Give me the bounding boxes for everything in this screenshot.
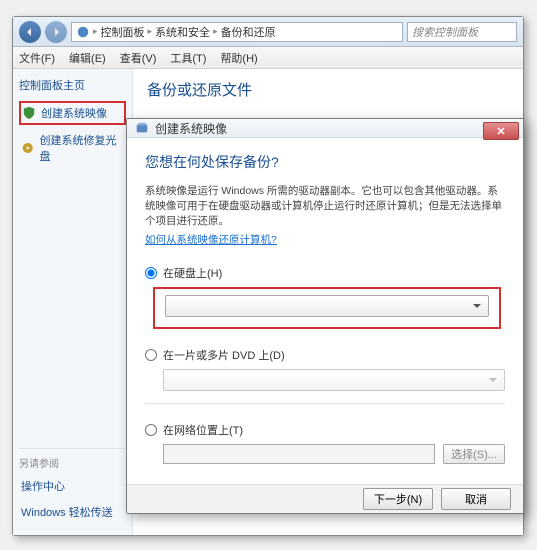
dialog-footer: 下一步(N) 取消: [127, 484, 523, 513]
option-label: 在网络位置上(T): [163, 422, 243, 438]
sidebar-footer-item-easy-transfer[interactable]: Windows 轻松传送: [19, 501, 126, 523]
sidebar-title: 控制面板主页: [19, 77, 126, 93]
radio-dvd[interactable]: [145, 349, 157, 361]
menu-file[interactable]: 文件(F): [19, 50, 55, 66]
crumb-item[interactable]: 控制面板: [101, 24, 145, 40]
chevron-right-icon: ▸: [213, 26, 218, 37]
menu-help[interactable]: 帮助(H): [220, 50, 257, 66]
help-link[interactable]: 如何从系统映像还原计算机?: [145, 234, 277, 246]
sidebar-footer-item-action-center[interactable]: 操作中心: [19, 475, 126, 497]
backup-icon: [135, 121, 149, 135]
option-dvd[interactable]: 在一片或多片 DVD 上(D): [145, 347, 505, 363]
option-hard-disk[interactable]: 在硬盘上(H): [145, 265, 505, 281]
option-label: 在硬盘上(H): [163, 265, 222, 281]
sidebar-item-label: 操作中心: [21, 478, 65, 494]
forward-button[interactable]: [45, 21, 67, 43]
sidebar-item-label: Windows 轻松传送: [21, 504, 113, 520]
dvd-combo[interactable]: [163, 369, 505, 391]
page-title: 备份或还原文件: [147, 79, 509, 100]
chevron-down-icon: [470, 299, 484, 313]
option-label: 在一片或多片 DVD 上(D): [163, 347, 285, 363]
browse-button: 选择(S)...: [443, 444, 505, 464]
breadcrumb[interactable]: ▸ 控制面板 ▸ 系统和安全 ▸ 备份和还原: [71, 22, 403, 42]
dialog-titlebar[interactable]: 创建系统映像: [127, 119, 523, 138]
option-network[interactable]: 在网络位置上(T): [145, 422, 505, 438]
menu-bar: 文件(F) 编辑(E) 查看(V) 工具(T) 帮助(H): [13, 47, 523, 69]
chevron-right-icon: ▸: [148, 26, 153, 37]
radio-hard-disk[interactable]: [145, 267, 157, 279]
menu-view[interactable]: 查看(V): [120, 50, 157, 66]
shield-icon: [22, 106, 36, 120]
home-icon: [76, 25, 90, 39]
sidebar-item-label: 创建系统修复光盘: [39, 132, 124, 164]
menu-edit[interactable]: 编辑(E): [69, 50, 106, 66]
menu-tools[interactable]: 工具(T): [170, 50, 206, 66]
next-button[interactable]: 下一步(N): [363, 488, 433, 510]
network-path-input[interactable]: [163, 444, 435, 464]
back-button[interactable]: [19, 21, 41, 43]
crumb-item[interactable]: 系统和安全: [155, 24, 210, 40]
chevron-down-icon: [486, 373, 500, 387]
dialog-title: 创建系统映像: [155, 120, 227, 137]
search-input[interactable]: 搜索控制面板: [407, 22, 517, 42]
sidebar-item-label: 创建系统映像: [41, 105, 107, 121]
crumb-item[interactable]: 备份和还原: [221, 24, 276, 40]
radio-network[interactable]: [145, 424, 157, 436]
sidebar-item-create-disc[interactable]: 创建系统修复光盘: [19, 129, 126, 167]
cancel-button[interactable]: 取消: [441, 488, 511, 510]
sidebar-item-create-image[interactable]: 创建系统映像: [19, 101, 126, 125]
see-also-label: 另请参阅: [19, 455, 126, 470]
wizard-dialog: 创建系统映像 您想在何处保存备份? 系统映像是运行 Windows 所需的驱动器…: [126, 118, 524, 514]
address-bar: ▸ 控制面板 ▸ 系统和安全 ▸ 备份和还原 搜索控制面板: [13, 17, 523, 47]
hard-disk-combo[interactable]: [165, 295, 489, 317]
close-icon: [496, 126, 506, 136]
chevron-right-icon: ▸: [93, 26, 98, 37]
dialog-question: 您想在何处保存备份?: [145, 152, 505, 172]
disc-icon: [21, 141, 34, 155]
close-button[interactable]: [483, 122, 519, 140]
sidebar: 控制面板主页 创建系统映像 创建系统修复光盘 另请参阅 操作中心 Windows…: [13, 69, 133, 535]
dialog-description: 系统映像是运行 Windows 所需的驱动器副本。它也可以包含其他驱动器。系统映…: [145, 184, 505, 228]
search-placeholder: 搜索控制面板: [412, 24, 478, 40]
